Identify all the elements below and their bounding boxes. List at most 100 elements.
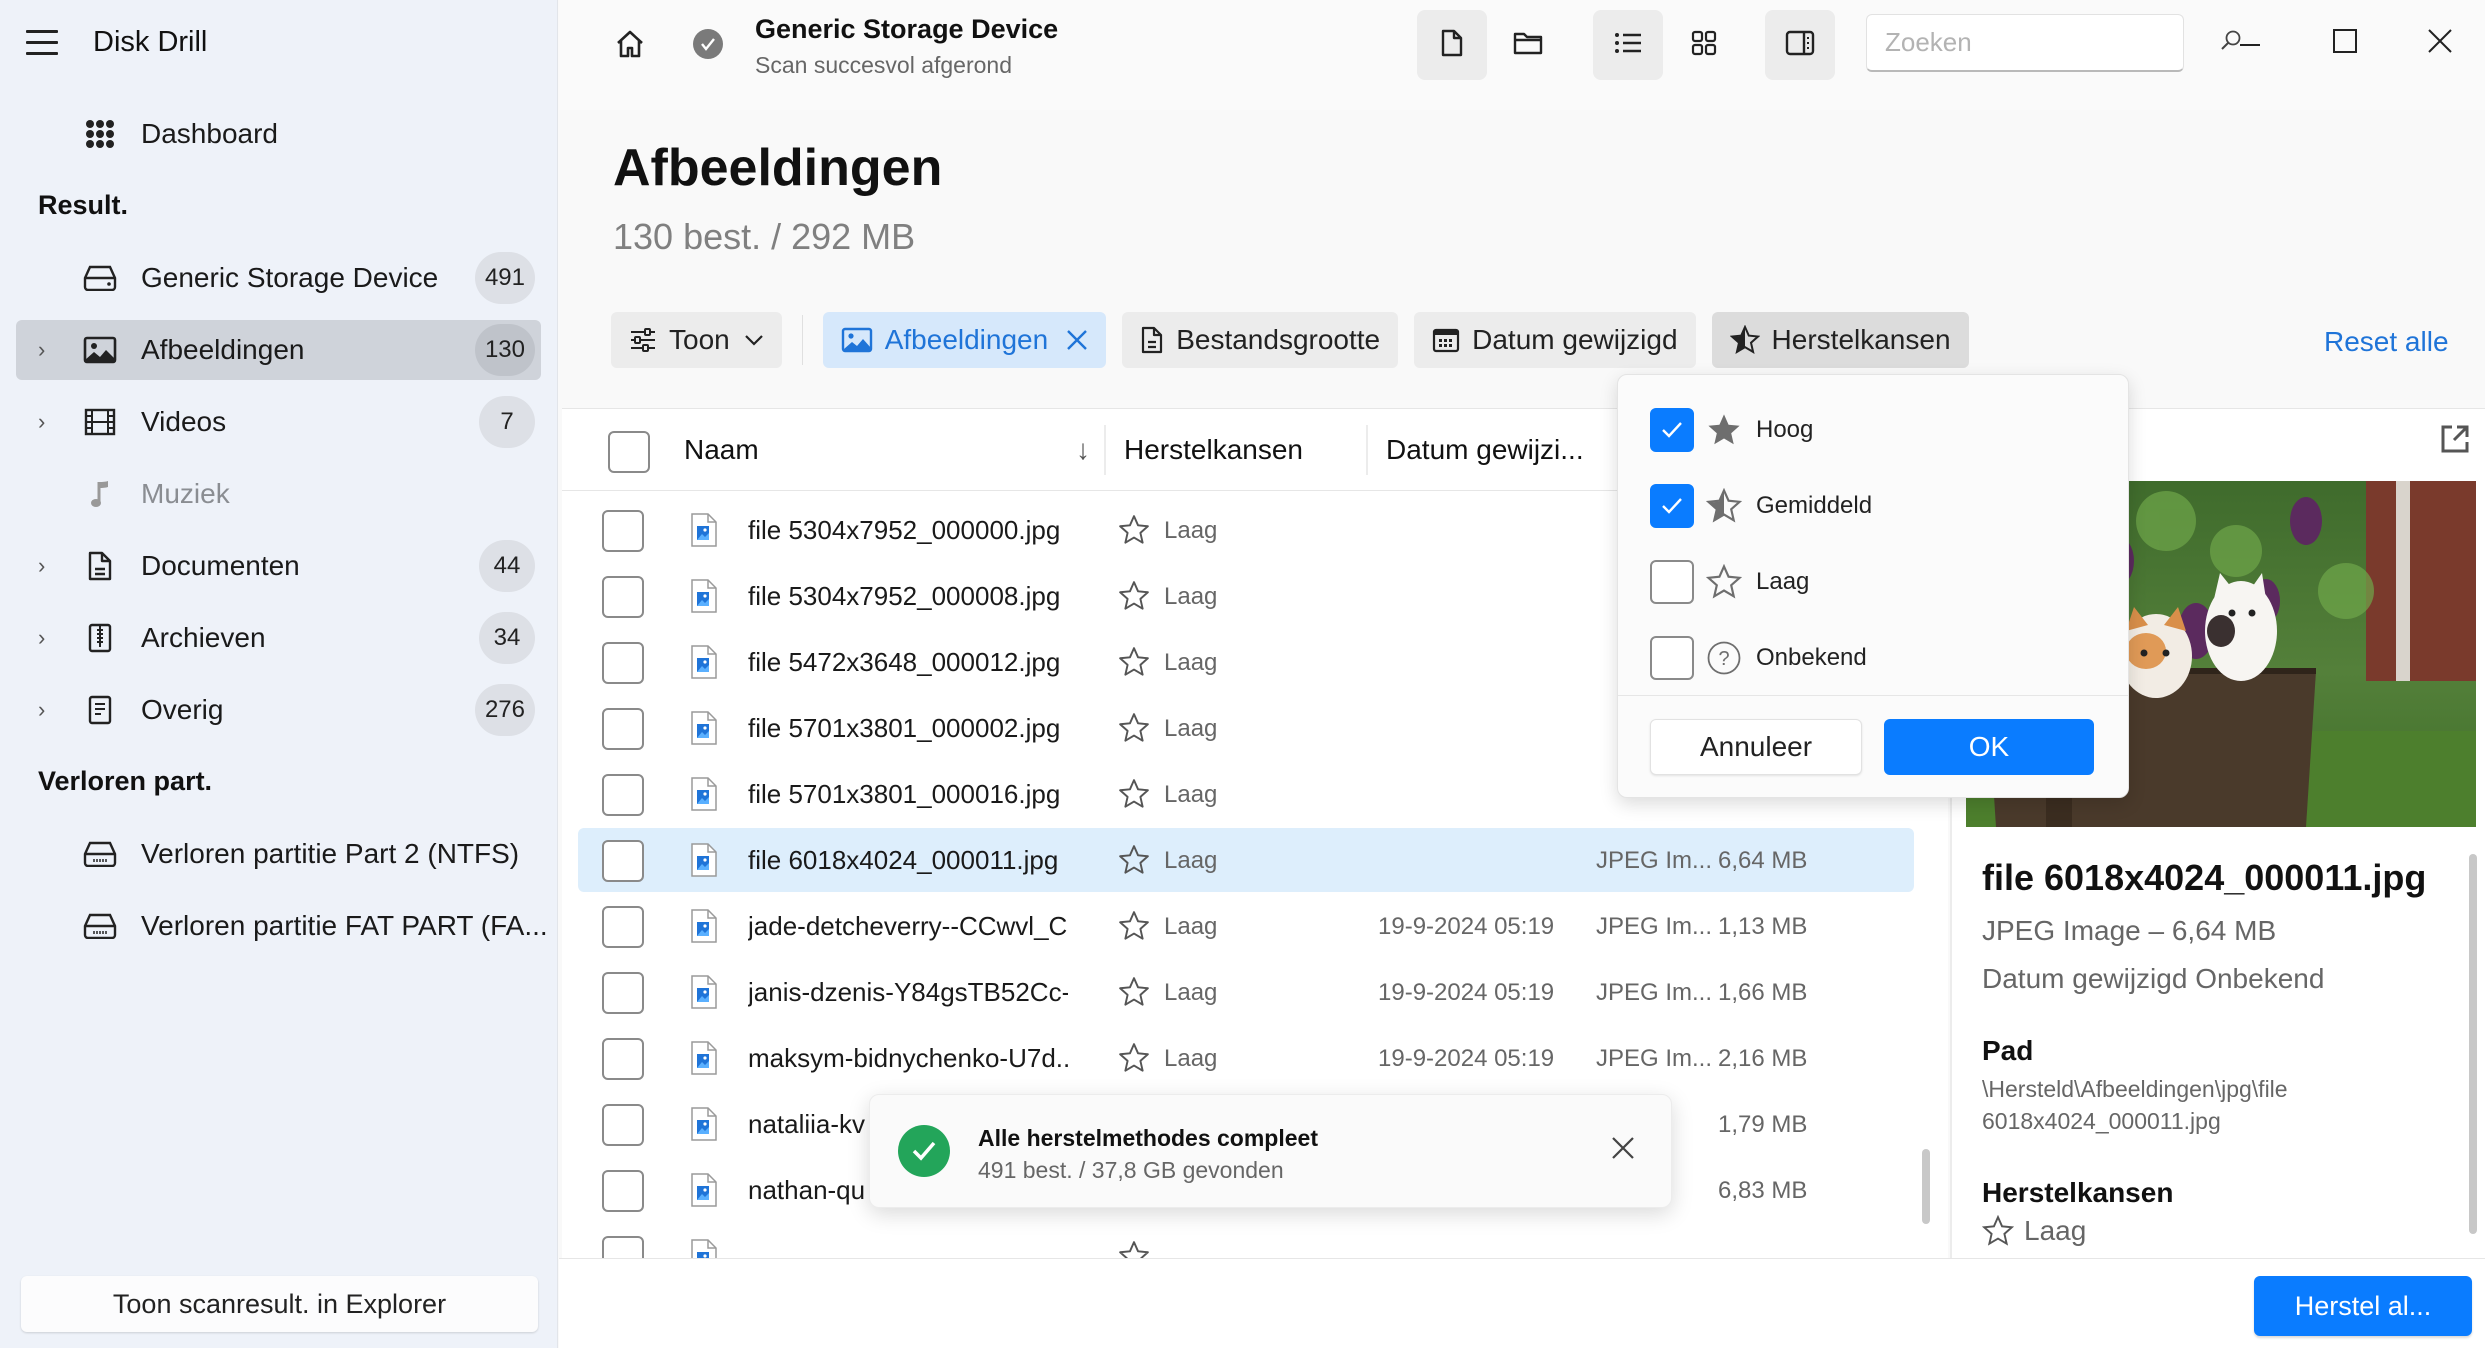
image-file-icon (690, 776, 718, 817)
type-filter-chip[interactable]: Afbeeldingen (822, 312, 1107, 368)
checkbox-checked[interactable] (1650, 484, 1694, 528)
table-row[interactable]: jade-detcheverry--CCwvl_C... Laag 19-9-2… (578, 894, 1914, 958)
table-row[interactable]: janis-dzenis-Y84gsTB52Cc-... Laag 19-9-2… (578, 960, 1914, 1024)
table-row-partial[interactable] (578, 1224, 1914, 1258)
list-view-button[interactable] (1593, 10, 1663, 80)
checkbox-checked[interactable] (1650, 408, 1694, 452)
maximize-button[interactable] (2315, 15, 2375, 71)
sidebar-item-documenten[interactable]: › Documenten 44 (16, 536, 541, 596)
file-name: file 5304x7952_000000.jpg (748, 515, 1061, 545)
open-external-icon[interactable] (2439, 423, 2471, 460)
star-outline-icon (1118, 646, 1150, 683)
show-dropdown[interactable]: Toon (611, 312, 782, 368)
star-outline-icon (1982, 1215, 2014, 1246)
row-checkbox[interactable] (602, 972, 644, 1014)
chance-option-high[interactable]: Hoog (1650, 405, 1813, 455)
file-name: nataliia-kv (748, 1109, 866, 1139)
device-title: Generic Storage Device (755, 14, 1059, 44)
scan-status: Scan succesvol afgerond (755, 52, 1012, 78)
file-size: 1,13 MB (1718, 913, 1808, 940)
popup-divider (1618, 695, 2128, 696)
sidebar-item-device[interactable]: Generic Storage Device 491 (16, 248, 541, 308)
row-checkbox[interactable] (602, 576, 644, 618)
sidebar-item-lost-partition[interactable]: Verloren partitie Part 2 (NTFS) (16, 824, 541, 884)
size-filter-chip[interactable]: Bestandsgrootte (1122, 312, 1399, 368)
show-in-explorer-button[interactable]: Toon scanresult. in Explorer (21, 1276, 538, 1332)
sidebar-item-muziek[interactable]: Muziek (16, 464, 541, 524)
row-checkbox[interactable] (602, 708, 644, 750)
preview-type-size: JPEG Image – 6,64 MB (1982, 915, 2277, 946)
reset-all-link[interactable]: Reset alle (2324, 326, 2449, 358)
chevron-right-icon[interactable]: › (38, 625, 58, 651)
sliders-icon (631, 328, 655, 352)
column-header-date-modified[interactable]: Datum gewijzi... (1368, 425, 1620, 475)
chance-option-medium[interactable]: Gemiddeld (1650, 481, 1872, 531)
row-checkbox[interactable] (602, 774, 644, 816)
row-checkbox[interactable] (602, 1236, 644, 1258)
checkbox-unchecked[interactable] (1650, 636, 1694, 680)
image-file-icon (690, 1172, 718, 1213)
recovery-chance: Laag (1164, 847, 1218, 874)
cancel-button[interactable]: Annuleer (1650, 719, 1862, 775)
file-name: file 5701x3801_000016.jpg (748, 779, 1061, 809)
folder-icon (1513, 30, 1543, 61)
checkbox-unchecked[interactable] (1650, 560, 1694, 604)
recovery-chance: Laag (1164, 781, 1218, 808)
row-checkbox[interactable] (602, 642, 644, 684)
column-header-recovery-chance[interactable]: Herstelkansen (1106, 425, 1368, 475)
scan-complete-check-icon (690, 26, 726, 62)
recovery-chance-filter-chip[interactable]: Herstelkansen (1711, 312, 1969, 368)
sidebar-item-afbeeldingen[interactable]: › Afbeeldingen 130 (16, 320, 541, 380)
row-checkbox[interactable] (602, 1104, 644, 1146)
row-checkbox[interactable] (602, 1170, 644, 1212)
recover-all-button[interactable]: Herstel al... (2254, 1276, 2472, 1336)
sidebar-item-archieven[interactable]: › Archieven 34 (16, 608, 541, 668)
search-box[interactable] (1866, 14, 2241, 72)
count-badge: 7 (479, 396, 535, 448)
chevron-right-icon[interactable]: › (38, 337, 58, 363)
table-scrollbar[interactable] (1922, 1149, 1930, 1224)
home-icon[interactable] (610, 24, 650, 64)
minimize-button[interactable] (2220, 15, 2280, 71)
close-window-button[interactable] (2410, 15, 2470, 71)
folder-view-button[interactable] (1493, 10, 1563, 80)
sidebar-item-overig[interactable]: › Overig 276 (16, 680, 541, 740)
sidebar-item-dashboard[interactable]: Dashboard (16, 104, 541, 164)
ok-button[interactable]: OK (1884, 719, 2094, 775)
remove-filter-icon[interactable] (1066, 329, 1088, 351)
chevron-right-icon[interactable]: › (38, 553, 58, 579)
grid-view-button[interactable] (1669, 10, 1739, 80)
search-input[interactable] (1885, 27, 2220, 58)
chance-option-unknown[interactable]: ? Onbekend (1650, 633, 1867, 683)
sidebar-item-label: Videos (141, 406, 227, 437)
preview-panel-toggle[interactable] (1765, 10, 1835, 80)
file-size: 6,83 MB (1718, 1177, 1808, 1204)
chance-option-low[interactable]: Laag (1650, 557, 1809, 607)
row-checkbox[interactable] (602, 840, 644, 882)
row-checkbox[interactable] (602, 510, 644, 552)
minimize-icon (2239, 34, 2261, 52)
file-view-button[interactable] (1417, 10, 1487, 80)
column-header-name[interactable]: Naam ↓ (666, 425, 1106, 475)
preview-scrollbar[interactable] (2469, 854, 2477, 1234)
sidebar-item-videos[interactable]: › Videos 7 (16, 392, 541, 452)
type-filter-label: Afbeeldingen (884, 324, 1049, 355)
menu-icon[interactable] (26, 30, 58, 56)
date-filter-chip[interactable]: Datum gewijzigd (1414, 312, 1696, 368)
row-checkbox[interactable] (602, 1038, 644, 1080)
maximize-icon (2332, 28, 2358, 59)
row-checkbox[interactable] (602, 906, 644, 948)
close-icon (2427, 28, 2453, 59)
select-all-checkbox[interactable] (608, 431, 650, 473)
image-file-icon (690, 710, 718, 751)
file-type: JPEG Im... (1596, 913, 1713, 940)
chevron-right-icon[interactable]: › (38, 409, 58, 435)
preview-date-modified: Datum gewijzigd Onbekend (1982, 963, 2325, 994)
sidebar-item-lost-partition[interactable]: Verloren partitie FAT PART (FA... (16, 896, 548, 956)
table-row[interactable]: file 6018x4024_000011.jpg Laag JPEG Im..… (578, 828, 1914, 892)
table-row[interactable]: maksym-bidnychenko-U7d... Laag 19-9-2024… (578, 1026, 1914, 1090)
chevron-right-icon[interactable]: › (38, 697, 58, 723)
filter-bar: Toon Afbeeldingen Bestandsgrootte Datum … (611, 312, 1985, 368)
close-icon[interactable] (1610, 1135, 1636, 1166)
list-icon (1614, 31, 1642, 60)
